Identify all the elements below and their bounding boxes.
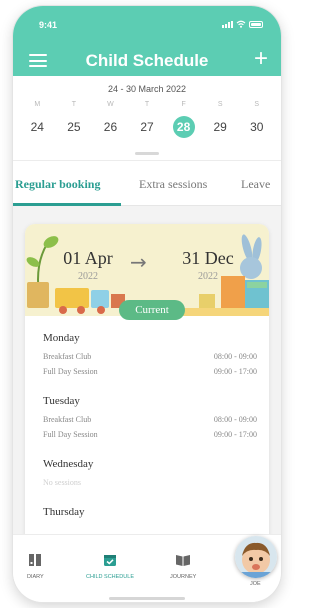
start-year: 2022	[78, 271, 98, 282]
day-block-thursday: Thursday	[43, 506, 257, 518]
tab-regular-booking[interactable]: Regular booking	[15, 177, 100, 192]
end-date: 31 Dec 2022	[167, 248, 249, 282]
child-avatar-image	[235, 536, 277, 578]
week-strip: 24 - 30 March 2022 M T W T F S S 24 25 2…	[13, 76, 281, 161]
nav-joe[interactable]: JOE	[250, 581, 261, 587]
day-name: Wednesday	[43, 458, 94, 470]
tab-bar: Regular booking Extra sessions Leave	[13, 161, 281, 206]
app-header: 9:41 Child Schedule +	[13, 6, 281, 76]
day-block-monday: Monday Breakfast Club 08:00 - 09:00 Full…	[43, 332, 257, 376]
add-icon[interactable]: +	[254, 47, 268, 71]
day-block-wednesday: Wednesday No sessions	[43, 458, 257, 487]
session-time: 08:00 - 09:00	[213, 352, 257, 361]
nav-label: JOURNEY	[170, 574, 197, 580]
schedule-list: Monday Breakfast Club 08:00 - 09:00 Full…	[43, 332, 257, 534]
nav-label: DIARY	[27, 574, 44, 580]
session-name: Breakfast Club	[43, 415, 92, 424]
weekday-letter: T	[71, 101, 76, 108]
day-block-tuesday: Tuesday Breakfast Club 08:00 - 09:00 Ful…	[43, 395, 257, 439]
end-year: 2022	[198, 271, 218, 282]
weekday-letter: F	[181, 101, 186, 108]
nav-label: CHILD SCHEDULE	[86, 574, 134, 580]
weekday-letter: T	[144, 101, 150, 108]
booking-banner: 01 Apr 2022 → 31 Dec 2022 Current	[25, 224, 269, 320]
nav-child-schedule[interactable]: CHILD SCHEDULE	[86, 553, 134, 580]
nav-diary[interactable]: DIARY	[27, 553, 44, 580]
day-30[interactable]: 30	[238, 116, 275, 138]
weekday-letters: M T W T F S S	[19, 101, 275, 108]
week-range: 24 - 30 March 2022	[107, 84, 187, 94]
session-time: 09:00 - 17:00	[213, 367, 257, 376]
signal-icon	[222, 20, 233, 28]
status-icons	[222, 20, 263, 28]
session-row: Full Day Session 09:00 - 17:00	[43, 367, 257, 376]
tab-extra-sessions[interactable]: Extra sessions	[139, 177, 207, 192]
day-24[interactable]: 24	[19, 116, 56, 138]
tab-leave[interactable]: Leave	[241, 177, 270, 192]
day-name: Thursday	[43, 506, 85, 518]
session-row: Full Day Session 09:00 - 17:00	[43, 430, 257, 439]
expand-handle[interactable]	[135, 152, 159, 155]
nav-journey[interactable]: JOURNEY	[170, 553, 196, 580]
weekday-letter: M	[34, 101, 41, 108]
phone-screen: 9:41 Child Schedule + 24 - 30 March 2022…	[13, 6, 281, 602]
weekday-letter: S	[254, 101, 260, 108]
start-day-month: 01 Apr	[63, 248, 113, 268]
battery-icon	[249, 20, 263, 28]
wifi-icon	[236, 20, 246, 28]
end-day-month: 31 Dec	[182, 248, 234, 268]
session-name: Full Day Session	[43, 430, 98, 439]
day-25[interactable]: 25	[56, 116, 93, 138]
day-29[interactable]: 29	[202, 116, 239, 138]
child-avatar[interactable]	[235, 536, 277, 578]
status-time: 9:41	[39, 20, 58, 30]
booking-card[interactable]: 01 Apr 2022 → 31 Dec 2022 Current Monday…	[25, 224, 269, 534]
session-time: 08:00 - 09:00	[213, 415, 257, 424]
start-date: 01 Apr 2022	[51, 248, 125, 282]
session-row: Breakfast Club 08:00 - 09:00	[43, 352, 257, 361]
day-numbers: 24 25 26 27 28 29 30	[19, 116, 275, 138]
status-badge: Current	[119, 300, 185, 320]
day-27[interactable]: 27	[129, 116, 166, 138]
weekday-letter: W	[107, 101, 114, 108]
home-indicator	[109, 597, 185, 600]
session-row: Breakfast Club 08:00 - 09:00	[43, 415, 257, 424]
day-28-selected[interactable]: 28	[165, 116, 202, 138]
no-sessions-text: No sessions	[43, 478, 82, 487]
calendar-check-icon	[103, 555, 116, 566]
day-26[interactable]: 26	[92, 116, 129, 138]
arrow-right-icon: →	[130, 250, 147, 274]
weekday-letter: S	[217, 101, 223, 108]
selected-day-circle: 28	[172, 116, 195, 138]
nav-label: JOE	[250, 581, 261, 587]
session-time: 09:00 - 17:00	[213, 430, 257, 439]
day-name: Tuesday	[43, 395, 80, 407]
content-area[interactable]: 01 Apr 2022 → 31 Dec 2022 Current Monday…	[13, 206, 281, 534]
page-title: Child Schedule	[85, 51, 209, 70]
day-name: Monday	[43, 332, 80, 344]
session-name: Full Day Session	[43, 367, 98, 376]
book-open-icon	[176, 555, 191, 566]
diary-icon	[29, 554, 42, 566]
session-name: Breakfast Club	[43, 352, 92, 361]
